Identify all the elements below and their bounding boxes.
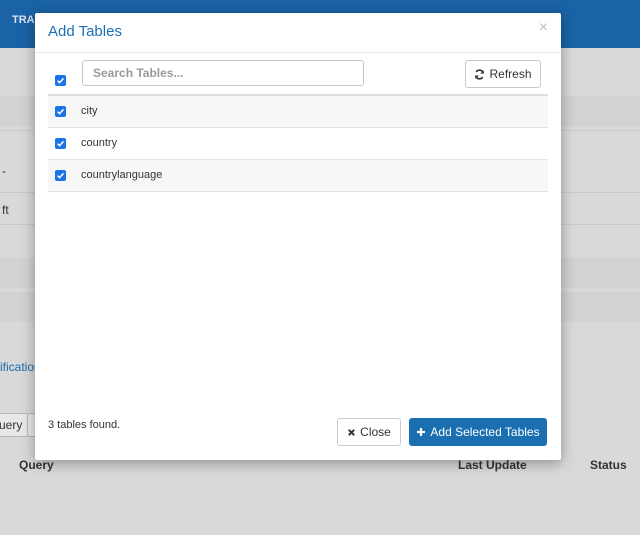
close-button-label: Close <box>360 425 391 439</box>
row-checkbox[interactable] <box>55 170 66 181</box>
table-name: country <box>81 137 118 149</box>
table-row[interactable]: city <box>48 96 548 128</box>
check-icon <box>57 140 65 147</box>
row-checkbox[interactable] <box>55 138 66 149</box>
add-button-label: Add Selected Tables <box>430 425 540 439</box>
refresh-button[interactable]: Refresh <box>465 60 541 88</box>
dialog-header: Add Tables × <box>35 13 561 53</box>
table-name: city <box>81 105 98 117</box>
dialog-title: Add Tables <box>48 23 122 40</box>
close-button[interactable]: Close <box>337 418 401 446</box>
add-selected-tables-button[interactable]: Add Selected Tables <box>409 418 547 446</box>
tables-found-count: 3 tables found. <box>48 419 121 431</box>
select-all-checkbox[interactable] <box>55 75 66 86</box>
check-icon <box>57 108 65 115</box>
times-icon <box>347 428 356 437</box>
search-tables-input[interactable] <box>82 60 364 86</box>
table-row[interactable]: countrylanguage <box>48 160 548 192</box>
refresh-label: Refresh <box>489 67 532 81</box>
plus-icon <box>416 427 426 437</box>
refresh-icon <box>474 68 485 80</box>
row-checkbox[interactable] <box>55 106 66 117</box>
close-icon[interactable]: × <box>539 19 548 37</box>
add-tables-dialog: Add Tables × Refresh city country <box>35 13 561 460</box>
check-icon <box>57 172 65 179</box>
check-icon <box>57 77 65 84</box>
table-row[interactable]: country <box>48 128 548 160</box>
table-name: countrylanguage <box>81 169 163 181</box>
